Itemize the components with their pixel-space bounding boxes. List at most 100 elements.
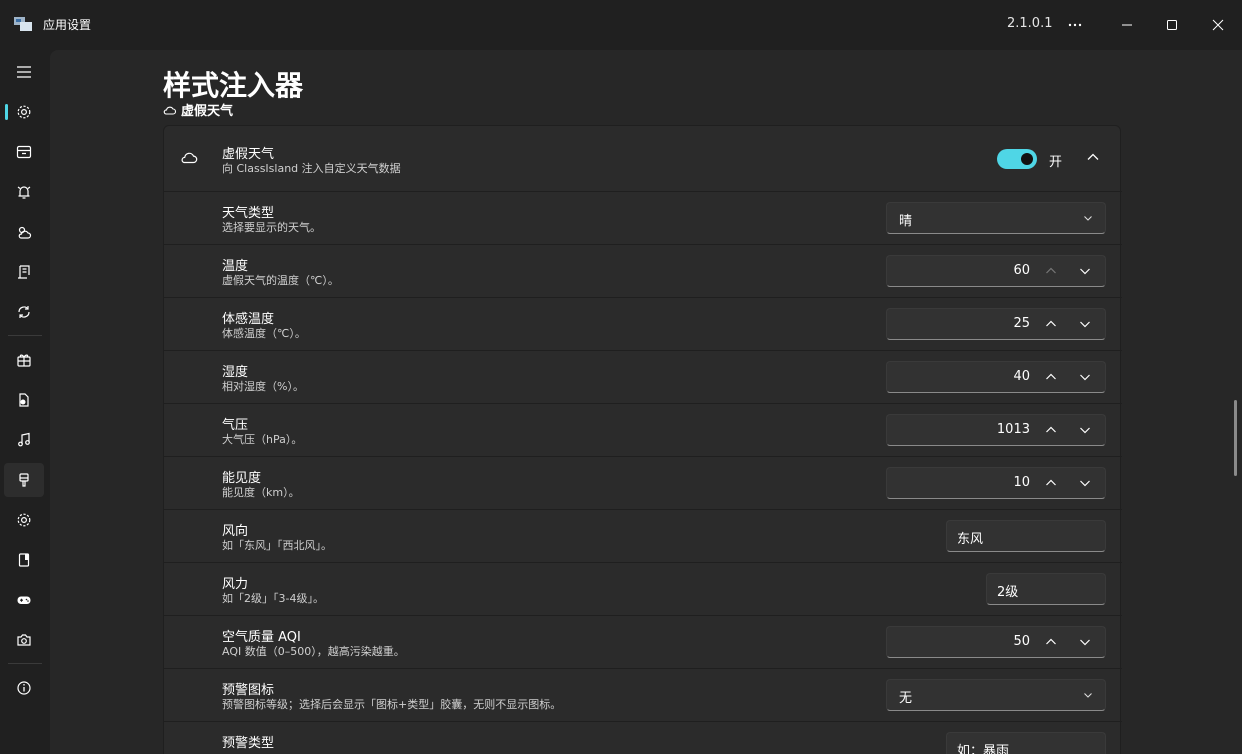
minimize-button[interactable] (1112, 10, 1142, 40)
row-title: 预警类型 (222, 736, 275, 751)
page-title: 样式注入器 (163, 69, 304, 102)
row-wind-direction: 风向 如「东风」「西北风」。 东风 (164, 510, 1122, 563)
chevron-up-icon[interactable] (1045, 372, 1057, 382)
minimize-icon (1122, 24, 1132, 26)
layout-icon (16, 145, 32, 159)
brush-icon (19, 473, 29, 487)
row-description: 能见度（km）。 (222, 486, 300, 499)
pressure-input[interactable]: 1013 (886, 414, 1106, 446)
row-alert-icon: 预警图标 预警图标等级；选择后会显示「图标+类型」胶囊，无则不显示图标。 无 (164, 669, 1122, 722)
book-icon (18, 553, 30, 567)
side-nav (0, 50, 50, 754)
menu-icon (17, 66, 31, 78)
fake-weather-toggle[interactable] (997, 149, 1037, 169)
chevron-up-icon[interactable] (1086, 150, 1100, 164)
chevron-down-icon[interactable] (1079, 372, 1091, 382)
row-feels-like: 体感温度 体感温度（℃）。 25 (164, 298, 1122, 351)
humidity-input[interactable]: 40 (886, 361, 1106, 393)
music-icon (18, 432, 30, 447)
alert-type-input[interactable]: 如：暴雨 (946, 732, 1106, 754)
row-description: 相对湿度（%）。 (222, 380, 304, 393)
nav-menu-button[interactable] (4, 55, 44, 89)
number-value: 25 (1013, 316, 1030, 331)
window-title: 应用设置 (43, 18, 92, 32)
chevron-down-icon (1084, 693, 1092, 698)
title-bar: 应用设置 2.1.0.1 (0, 0, 1242, 50)
number-value: 50 (1013, 634, 1030, 649)
nav-item-gamepad[interactable] (4, 583, 44, 617)
feels-like-input[interactable]: 25 (886, 308, 1106, 340)
row-alert-type: 预警类型 如：暴雨 (164, 722, 1122, 754)
nav-item-sync[interactable] (4, 295, 44, 329)
toggle-knob (1021, 153, 1033, 165)
nav-item-book[interactable] (4, 543, 44, 577)
chevron-down-icon[interactable] (1079, 637, 1091, 647)
nav-item-music[interactable] (4, 423, 44, 457)
wind-force-input[interactable]: 2级 (986, 573, 1106, 605)
chevron-up-icon[interactable] (1045, 266, 1057, 276)
nav-item-document[interactable] (4, 255, 44, 289)
alert-icon-dropdown[interactable]: 无 (886, 679, 1106, 711)
number-value: 10 (1013, 475, 1030, 490)
row-description: AQI 数值（0–500），越高污染越重。 (222, 645, 405, 658)
chevron-up-icon[interactable] (1045, 319, 1057, 329)
nav-item-file[interactable] (4, 383, 44, 417)
more-icon (1068, 23, 1082, 27)
chevron-down-icon[interactable] (1079, 319, 1091, 329)
nav-item-style-injector[interactable] (4, 463, 44, 497)
row-description: 如「2级」「3-4级」。 (222, 592, 324, 605)
row-humidity: 湿度 相对湿度（%）。 40 (164, 351, 1122, 404)
weather-type-dropdown[interactable]: 晴 (886, 202, 1106, 234)
text-value: 2级 (997, 585, 1019, 600)
dropdown-value: 晴 (899, 214, 913, 229)
nav-item-alarm[interactable] (4, 175, 44, 209)
chevron-down-icon[interactable] (1079, 478, 1091, 488)
row-description: 如「东风」「西北风」。 (222, 539, 332, 552)
number-value: 60 (1013, 263, 1030, 278)
maximize-button[interactable] (1157, 10, 1187, 40)
nav-item-weather[interactable] (4, 215, 44, 249)
gamepad-icon (17, 596, 31, 604)
nav-item-settings[interactable] (4, 503, 44, 537)
row-description: 体感温度（℃）。 (222, 327, 306, 340)
row-pressure: 气压 大气压（hPa）。 1013 (164, 404, 1122, 457)
chevron-up-icon[interactable] (1045, 637, 1057, 647)
dropdown-value: 无 (899, 691, 913, 706)
row-visibility: 能见度 能见度（km）。 10 (164, 457, 1122, 510)
maximize-icon (1167, 20, 1177, 30)
number-value: 1013 (996, 422, 1030, 437)
text-value: 东风 (957, 532, 984, 547)
file-icon (19, 393, 29, 407)
nav-item-camera[interactable] (4, 623, 44, 657)
row-wind-force: 风力 如「2级」「3-4级」。 2级 (164, 563, 1122, 616)
chevron-up-icon[interactable] (1045, 425, 1057, 435)
chevron-down-icon[interactable] (1079, 425, 1091, 435)
chevron-down-icon (1084, 216, 1092, 221)
wind-direction-input[interactable]: 东风 (946, 520, 1106, 552)
nav-item-layout[interactable] (4, 135, 44, 169)
more-options-button[interactable] (1060, 10, 1090, 40)
row-temperature: 温度 虚假天气的温度（℃）。 60 (164, 245, 1122, 298)
app-logo-icon (14, 17, 32, 31)
nav-item-components[interactable] (4, 343, 44, 377)
temperature-input[interactable]: 60 (886, 255, 1106, 287)
close-button[interactable] (1203, 10, 1233, 40)
chevron-down-icon[interactable] (1079, 266, 1091, 276)
visibility-input[interactable]: 10 (886, 467, 1106, 499)
fake-weather-header[interactable]: 虚假天气 向 ClassIsland 注入自定义天气数据 开 (164, 126, 1122, 192)
input-placeholder: 如：暴雨 (957, 744, 1010, 754)
row-description: 预警图标等级；选择后会显示「图标+类型」胶囊，无则不显示图标。 (222, 698, 562, 711)
document-icon (18, 265, 30, 279)
content-area: 样式注入器 虚假天气 虚假天气 向 ClassIsland 注入自定义天气数据 … (50, 50, 1242, 754)
info-icon (17, 681, 31, 695)
nav-item-about[interactable] (4, 671, 44, 705)
sync-icon (18, 306, 30, 318)
nav-item-general[interactable] (4, 95, 44, 129)
number-value: 40 (1013, 369, 1030, 384)
scrollbar-thumb[interactable] (1234, 400, 1237, 476)
aqi-input[interactable]: 50 (886, 626, 1106, 658)
cloud-icon (163, 106, 176, 115)
section-description: 向 ClassIsland 注入自定义天气数据 (222, 162, 401, 175)
chevron-up-icon[interactable] (1045, 478, 1057, 488)
close-icon (1212, 19, 1224, 31)
